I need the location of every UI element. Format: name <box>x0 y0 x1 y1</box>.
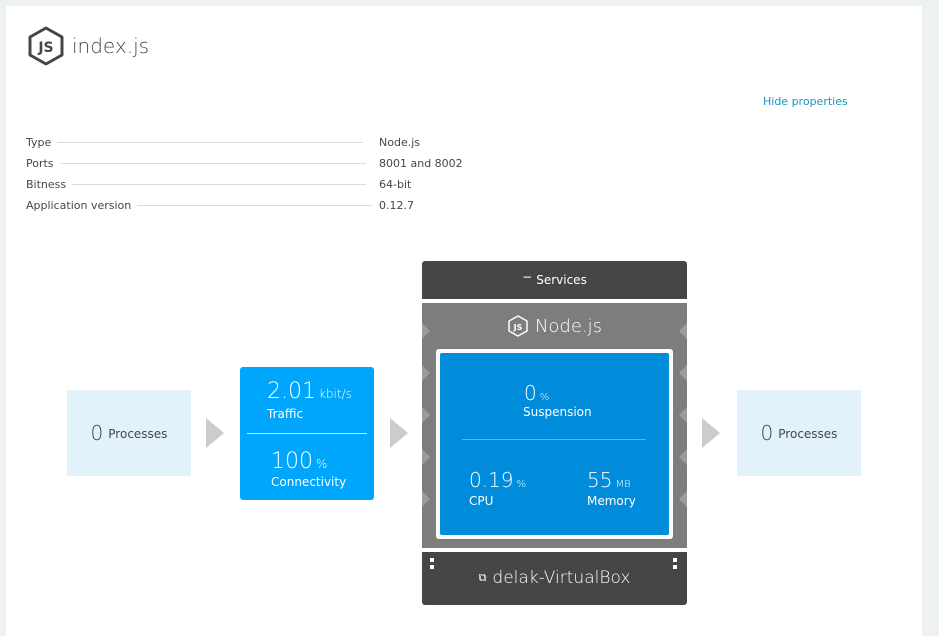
page-title: index.js <box>72 34 150 58</box>
cpu-unit: % <box>516 479 527 490</box>
suspension-value: 0 <box>524 381 537 405</box>
memory-label: Memory <box>587 494 636 508</box>
notch-decoration <box>679 323 687 339</box>
svg-text:JS: JS <box>37 40 53 56</box>
notch-decoration <box>422 323 430 339</box>
property-row: Application version 0.12.7 <box>26 199 466 220</box>
suspension-unit: % <box>539 392 550 403</box>
property-value: 64-bit <box>379 178 412 191</box>
notch-decoration <box>422 491 430 507</box>
flow-arrow-icon <box>206 418 224 448</box>
service-metrics: 0% Suspension 0.19% CPU 55 MB Memory <box>440 353 669 535</box>
service-node-body: JS Node.js 0% Suspension 0.19% CPU 55 MB… <box>422 303 687 548</box>
property-value: Node.js <box>379 136 420 149</box>
property-row: Ports 8001 and 8002 <box>26 157 466 178</box>
property-leader <box>59 163 366 164</box>
host-footer[interactable]: ⧉ delak-VirtualBox <box>422 552 687 605</box>
property-key: Type <box>26 136 52 149</box>
nodejs-service-icon: JS <box>508 315 528 337</box>
services-header[interactable]: − Services <box>422 261 687 299</box>
traffic-connectivity-box[interactable]: 2.01 kbit/s Traffic 100% Connectivity <box>240 367 374 500</box>
processes-label: Processes <box>108 427 168 441</box>
process-group-card: JS index.js Hide properties Type Node.js… <box>6 6 922 636</box>
services-panel: − Services JS Node.js 0% Suspension 0.19… <box>422 261 687 605</box>
notch-decoration <box>422 449 430 465</box>
page-header: JS index.js <box>26 26 149 66</box>
divider <box>462 439 646 440</box>
flow-arrow-icon <box>390 418 408 448</box>
processes-count: 0 <box>760 421 774 445</box>
property-row: Type Node.js <box>26 136 466 157</box>
suspension-label: Suspension <box>523 405 592 419</box>
connectivity-value: 100 <box>271 449 313 474</box>
property-key: Bitness <box>26 178 67 191</box>
memory-unit: MB <box>615 479 631 490</box>
connectivity-unit: % <box>316 457 328 471</box>
hide-properties-link[interactable]: Hide properties <box>763 95 848 108</box>
processes-label: Processes <box>778 427 838 441</box>
notch-decoration <box>422 365 430 381</box>
property-leader <box>72 184 367 185</box>
property-leader <box>137 205 373 206</box>
outgoing-processes-box[interactable]: 0 Processes <box>737 390 861 476</box>
notch-decoration <box>422 407 430 423</box>
notch-decoration <box>679 407 687 423</box>
traffic-value-line: 2.01 kbit/s <box>267 379 352 404</box>
traffic-value: 2.01 <box>267 379 316 404</box>
property-row: Bitness 64-bit <box>26 178 466 199</box>
connectivity-label: Connectivity <box>271 475 347 489</box>
property-key: Application version <box>26 199 132 212</box>
connectivity-value-line: 100% <box>271 449 327 474</box>
memory-value: 55 <box>587 468 613 492</box>
notch-decoration <box>679 449 687 465</box>
notch-decoration <box>679 365 687 381</box>
service-title[interactable]: JS Node.js <box>422 315 687 337</box>
services-header-label: Services <box>536 273 587 287</box>
traffic-unit: kbit/s <box>318 387 352 401</box>
processes-count: 0 <box>90 421 104 445</box>
properties-list: Type Node.js Ports 8001 and 8002 Bitness… <box>26 136 466 220</box>
cpu-label: CPU <box>469 494 494 508</box>
host-link[interactable]: ⧉ delak-VirtualBox <box>422 568 687 588</box>
divider <box>247 433 367 434</box>
incoming-processes-box[interactable]: 0 Processes <box>67 390 191 476</box>
property-value: 8001 and 8002 <box>379 157 463 170</box>
notch-decoration <box>679 491 687 507</box>
nodejs-logo-icon: JS <box>28 26 64 66</box>
service-title-label: Node.js <box>534 315 603 337</box>
property-key: Ports <box>26 157 54 170</box>
service-metrics-frame[interactable]: 0% Suspension 0.19% CPU 55 MB Memory <box>436 349 673 539</box>
external-link-icon: ⧉ <box>478 571 487 584</box>
property-leader <box>57 142 364 143</box>
cpu-value: 0.19 <box>469 468 514 492</box>
svg-text:JS: JS <box>513 323 523 332</box>
suspension-value-line: 0% <box>524 381 549 405</box>
collapse-icon[interactable]: − <box>522 270 532 284</box>
host-name: delak-VirtualBox <box>492 568 631 588</box>
cpu-value-line: 0.19% <box>469 468 526 492</box>
traffic-label: Traffic <box>267 407 304 421</box>
property-value: 0.12.7 <box>379 199 414 212</box>
memory-value-line: 55 MB <box>587 468 631 492</box>
flow-arrow-icon <box>702 418 720 448</box>
